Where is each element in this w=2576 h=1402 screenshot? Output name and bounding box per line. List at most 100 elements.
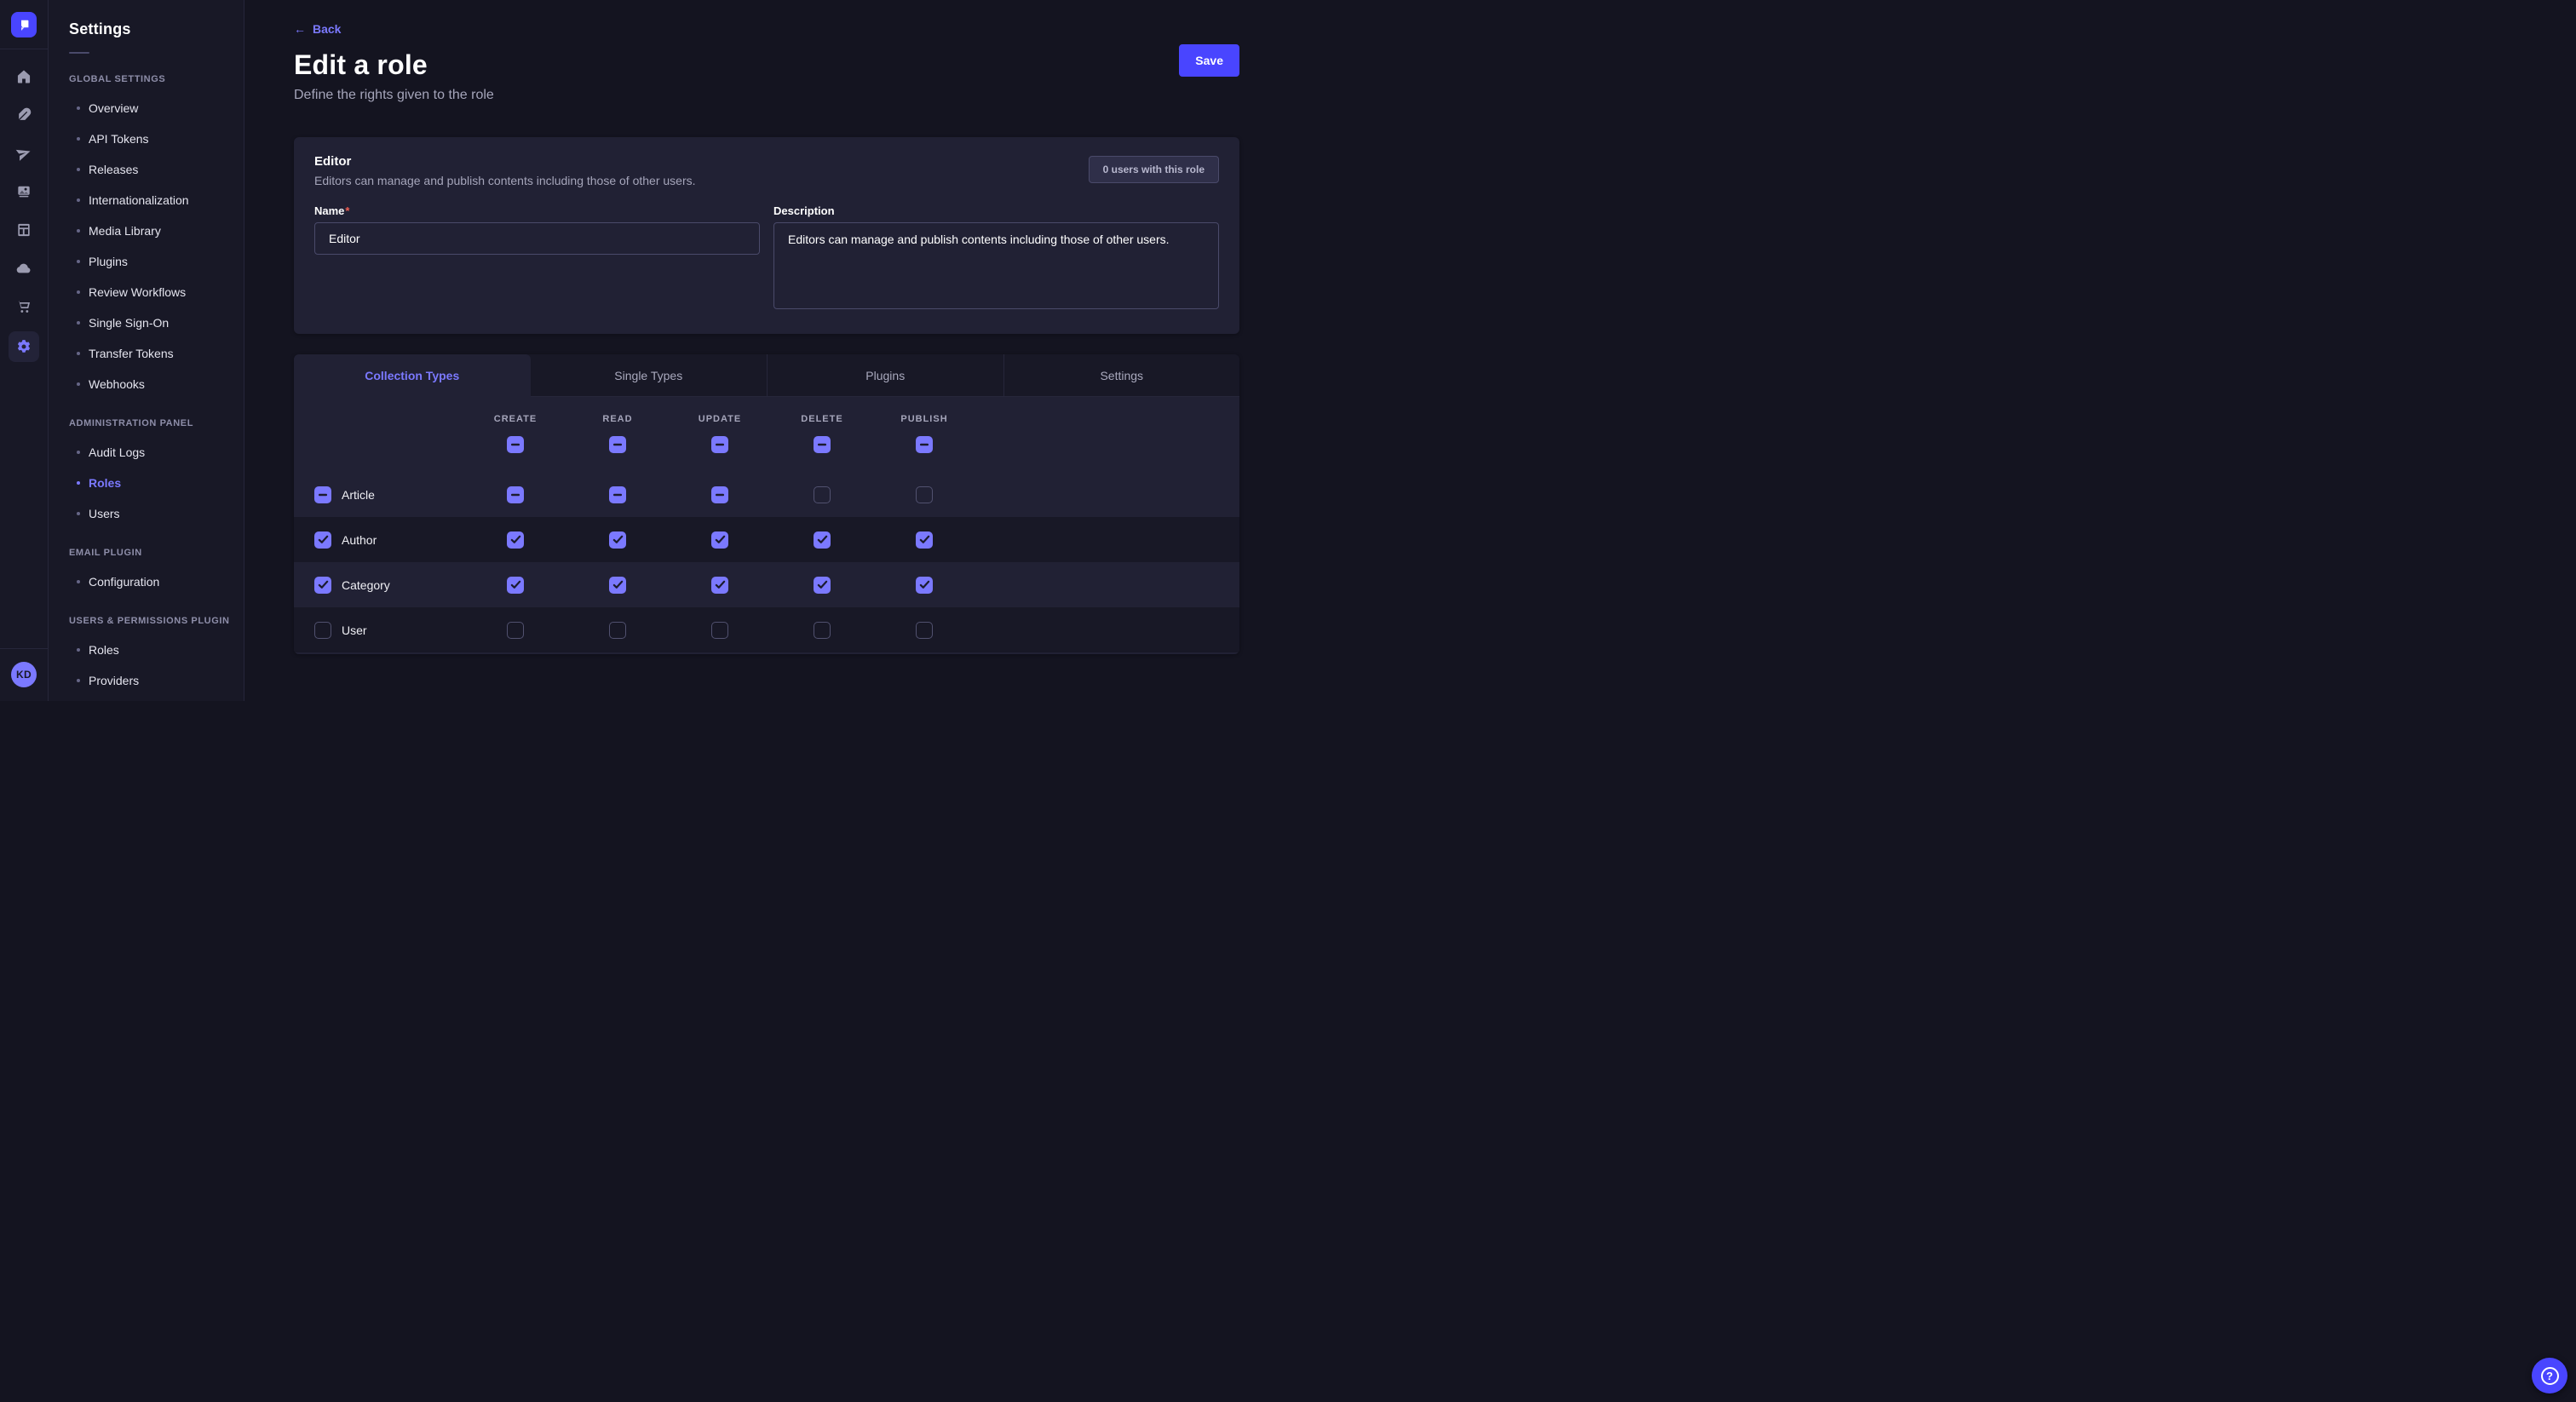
sidebar-item-internationalization[interactable]: Internationalization [69,185,244,215]
bullet-icon [77,106,80,110]
user-update-checkbox[interactable] [711,622,728,639]
main-content: ← Back Edit a role Define the rights giv… [244,0,1288,701]
bullet-icon [77,512,80,515]
permission-row-user: User [294,607,1239,652]
strapi-logo-icon [16,17,32,32]
role-description-text: Editors can manage and publish contents … [314,174,696,187]
sidebar-item-roles-admin[interactable]: Roles [69,468,244,498]
sidebar-item-releases[interactable]: Releases [69,154,244,185]
category-delete-checkbox[interactable] [814,577,831,594]
user-publish-checkbox[interactable] [916,622,933,639]
bullet-icon [77,352,80,355]
send-icon[interactable] [10,140,37,167]
page-title: Edit a role [294,49,1239,81]
icon-rail: KD [0,0,49,701]
author-update-checkbox[interactable] [711,531,728,549]
row-checkbox-author[interactable] [314,531,331,549]
author-publish-checkbox[interactable] [916,531,933,549]
sidebar-item-providers[interactable]: Providers [69,665,244,696]
select-all-create-checkbox[interactable] [507,436,524,453]
row-checkbox-category[interactable] [314,577,331,594]
sidebar-item-api-tokens[interactable]: API Tokens [69,124,244,154]
page-subtitle: Define the rights given to the role [294,88,1239,103]
row-label: User [342,623,367,637]
permissions-panel: CREATE READ UPDATE DELETE PUBLISH [294,397,1239,654]
bullet-icon [77,481,80,485]
category-publish-checkbox[interactable] [916,577,933,594]
article-create-checkbox[interactable] [507,486,524,503]
article-publish-checkbox[interactable] [916,486,933,503]
bullet-icon [77,260,80,263]
category-update-checkbox[interactable] [711,577,728,594]
bullet-icon [77,580,80,583]
user-delete-checkbox[interactable] [814,622,831,639]
select-all-publish-checkbox[interactable] [916,436,933,453]
users-with-role-badge[interactable]: 0 users with this role [1089,156,1219,183]
article-update-checkbox[interactable] [711,486,728,503]
sidebar-item-media-library[interactable]: Media Library [69,215,244,246]
sidebar-item-overview[interactable]: Overview [69,93,244,124]
settings-gear-icon[interactable] [9,331,39,362]
section-administration-panel: ADMINISTRATION PANEL [69,417,244,430]
column-header-update: UPDATE [699,414,741,424]
permission-row-article: Article [294,472,1239,517]
user-read-checkbox[interactable] [609,622,626,639]
bullet-icon [77,648,80,652]
save-button[interactable]: Save [1179,44,1239,77]
article-delete-checkbox[interactable] [814,486,831,503]
author-create-checkbox[interactable] [507,531,524,549]
select-all-update-checkbox[interactable] [711,436,728,453]
marketplace-cart-icon[interactable] [10,293,37,320]
help-button[interactable]: ? [2532,1358,2567,1393]
role-description-input[interactable]: Editors can manage and publish contents … [773,222,1219,309]
strapi-logo[interactable] [11,12,37,37]
sidebar-item-webhooks[interactable]: Webhooks [69,369,244,399]
tab-plugins[interactable]: Plugins [767,354,1003,396]
row-checkbox-user[interactable] [314,622,331,639]
select-all-read-checkbox[interactable] [609,436,626,453]
row-checkbox-article[interactable] [314,486,331,503]
sidebar-item-plugins[interactable]: Plugins [69,246,244,277]
back-link[interactable]: ← Back [294,22,341,36]
category-read-checkbox[interactable] [609,577,626,594]
sidebar-item-roles-up[interactable]: Roles [69,635,244,665]
section-global-settings: GLOBAL SETTINGS [69,72,244,86]
back-arrow-icon: ← [294,22,306,36]
tab-settings[interactable]: Settings [1003,354,1240,396]
sidebar-item-transfer-tokens[interactable]: Transfer Tokens [69,338,244,369]
feather-icon[interactable] [10,101,37,129]
media-library-icon[interactable] [10,178,37,205]
sidebar-item-audit-logs[interactable]: Audit Logs [69,437,244,468]
home-icon[interactable] [10,63,37,90]
column-header-publish: PUBLISH [900,414,947,424]
sidebar-item-users[interactable]: Users [69,498,244,529]
column-header-create: CREATE [494,414,537,424]
row-label: Author [342,533,377,547]
role-name-input[interactable] [314,222,760,255]
category-create-checkbox[interactable] [507,577,524,594]
role-details-card: Editor Editors can manage and publish co… [294,137,1239,334]
select-all-delete-checkbox[interactable] [814,436,831,453]
tab-single-types[interactable]: Single Types [531,354,768,396]
article-read-checkbox[interactable] [609,486,626,503]
sidebar-item-single-sign-on[interactable]: Single Sign-On [69,307,244,338]
sidebar-item-review-workflows[interactable]: Review Workflows [69,277,244,307]
author-read-checkbox[interactable] [609,531,626,549]
settings-subnav: Settings GLOBAL SETTINGS Overview API To… [49,0,244,701]
bullet-icon [77,229,80,233]
user-avatar[interactable]: KD [11,662,37,687]
cloud-icon[interactable] [10,255,37,282]
sidebar-item-configuration[interactable]: Configuration [69,566,244,597]
author-delete-checkbox[interactable] [814,531,831,549]
required-asterisk: * [345,204,349,217]
layout-icon[interactable] [10,216,37,244]
user-create-checkbox[interactable] [507,622,524,639]
permissions-card: Collection Types Single Types Plugins Se… [294,354,1239,654]
bullet-icon [77,451,80,454]
bullet-icon [77,321,80,325]
section-email-plugin: EMAIL PLUGIN [69,546,244,560]
column-header-delete: DELETE [801,414,842,424]
bullet-icon [77,137,80,141]
bullet-icon [77,679,80,682]
tab-collection-types[interactable]: Collection Types [294,354,531,397]
